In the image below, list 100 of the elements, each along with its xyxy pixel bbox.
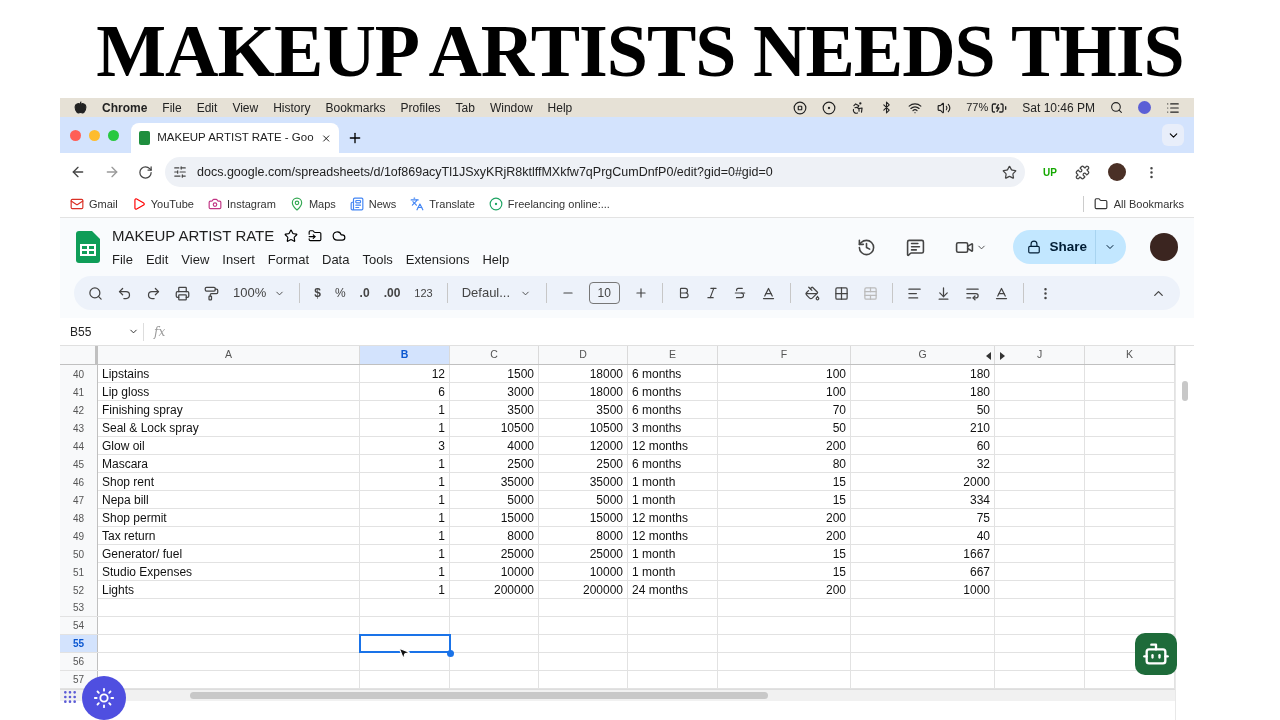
wifi-icon[interactable]	[908, 100, 923, 115]
row-header[interactable]: 53	[60, 599, 98, 616]
app-name[interactable]: Chrome	[102, 98, 148, 117]
decrease-decimal-button[interactable]: .0	[359, 284, 370, 302]
row-header[interactable]: 49	[60, 527, 98, 545]
menu-item[interactable]: Extensions	[405, 249, 470, 269]
currency-button[interactable]: $	[314, 284, 321, 302]
number-format-button[interactable]: 123	[414, 284, 433, 302]
list-icon[interactable]	[1166, 100, 1180, 115]
menu-item[interactable]: Help	[482, 249, 510, 269]
row-header[interactable]: 51	[60, 563, 98, 581]
menu-item[interactable]: Tab	[455, 98, 475, 117]
row-header[interactable]: 40	[60, 365, 98, 383]
row-header[interactable]: 54	[60, 617, 98, 634]
redo-icon[interactable]	[146, 285, 161, 301]
row-header[interactable]: 56	[60, 653, 98, 670]
reload-icon[interactable]	[138, 164, 153, 180]
column-header[interactable]: B	[360, 346, 450, 364]
zoom-dropdown[interactable]: 100%	[233, 283, 286, 303]
siri-icon[interactable]	[1138, 101, 1151, 114]
vertical-scrollbar-thumb[interactable]	[1182, 381, 1188, 401]
back-icon[interactable]	[70, 164, 86, 180]
plus-icon[interactable]	[633, 286, 648, 300]
strikethrough-icon[interactable]	[732, 286, 747, 300]
new-tab-icon[interactable]	[347, 130, 363, 146]
apple-icon[interactable]	[74, 101, 87, 114]
menu-item[interactable]: Profiles	[400, 98, 441, 117]
profile-avatar[interactable]	[1107, 163, 1126, 181]
hidden-columns-right-arrow-icon[interactable]	[1000, 352, 1005, 360]
assistant-button[interactable]	[82, 676, 126, 720]
bookmark[interactable]: YouTube	[131, 195, 194, 213]
search-icon[interactable]	[1110, 101, 1123, 114]
share-button[interactable]: Share	[1013, 230, 1126, 264]
name-box[interactable]: B55	[70, 322, 144, 341]
move-folder-icon[interactable]	[308, 229, 323, 244]
circle-icon[interactable]	[822, 100, 837, 115]
column-header[interactable]: G	[851, 346, 995, 364]
menu-item[interactable]: File	[112, 249, 133, 269]
font-size-field[interactable]: 10	[588, 282, 620, 304]
font-dropdown[interactable]: Defaul...	[461, 283, 532, 303]
user-avatar[interactable]	[1150, 233, 1178, 261]
menu-item[interactable]: Edit	[196, 98, 218, 117]
history-icon[interactable]	[857, 237, 877, 257]
text-color-icon[interactable]	[760, 285, 776, 301]
row-header[interactable]: 55	[60, 635, 98, 652]
extensions-icon[interactable]	[1074, 164, 1090, 180]
column-header[interactable]: F	[718, 346, 851, 364]
paint-format-icon[interactable]	[204, 285, 219, 301]
record-icon[interactable]	[793, 100, 808, 115]
horizontal-scrollbar-thumb[interactable]	[190, 692, 768, 699]
column-header[interactable]: E	[628, 346, 718, 364]
row-header[interactable]: 44	[60, 437, 98, 455]
menu-item[interactable]: Edit	[145, 249, 169, 269]
column-header[interactable]: D	[539, 346, 628, 364]
sheets-logo-icon[interactable]	[76, 231, 100, 263]
column-header[interactable]: C	[450, 346, 539, 364]
bookmark[interactable]: Instagram	[207, 195, 276, 213]
row-header[interactable]: 46	[60, 473, 98, 491]
row-header[interactable]: 48	[60, 509, 98, 527]
undo-icon[interactable]	[117, 285, 132, 301]
row-header[interactable]: 45	[60, 455, 98, 473]
percent-button[interactable]: %	[334, 284, 346, 302]
row-header[interactable]: 47	[60, 491, 98, 509]
menu-item[interactable]: Insert	[222, 249, 255, 269]
row-header[interactable]: 43	[60, 419, 98, 437]
row-header[interactable]: 41	[60, 383, 98, 401]
apps-grid-icon[interactable]	[62, 689, 78, 705]
borders-icon[interactable]	[833, 285, 849, 301]
selection-handle-icon[interactable]	[447, 650, 454, 657]
bookmark[interactable]: Translate	[410, 195, 475, 213]
bookmark[interactable]: News	[349, 195, 397, 213]
document-title[interactable]: MAKEUP ARTIST RATE	[112, 225, 275, 248]
search-icon[interactable]	[88, 285, 103, 301]
browser-tab[interactable]: MAKEUP ARTIST RATE - Goo	[131, 123, 339, 153]
bookmark[interactable]: Freelancing online:...	[488, 195, 610, 213]
bookmark[interactable]: Maps	[289, 195, 336, 213]
forward-icon[interactable]	[104, 164, 120, 180]
bookmark[interactable]: Gmail	[70, 195, 118, 213]
comment-icon[interactable]	[906, 237, 926, 257]
print-icon[interactable]	[175, 285, 190, 301]
column-header[interactable]: J	[995, 346, 1085, 364]
align-icon[interactable]	[906, 285, 922, 301]
menu-item[interactable]: View	[232, 98, 259, 117]
address-bar[interactable]: docs.google.com/spreadsheets/d/1of869acyTl1JSxyKRjR8ktlffMXkfw7qPrgCumDnfP0/edit?gid=0#gid=0	[165, 157, 1025, 187]
menu-item[interactable]: File	[162, 98, 182, 117]
fill-color-icon[interactable]	[804, 285, 820, 301]
hidden-columns-left-arrow-icon[interactable]	[986, 352, 991, 360]
menu-item[interactable]: Tools	[362, 249, 393, 269]
menu-item[interactable]: Format	[267, 249, 309, 269]
star-icon[interactable]	[284, 229, 299, 244]
increase-decimal-button[interactable]: .00	[383, 284, 401, 302]
row-header[interactable]: 50	[60, 545, 98, 563]
italic-icon[interactable]	[704, 286, 719, 300]
row-header[interactable]: 52	[60, 581, 98, 599]
menu-item[interactable]: Window	[489, 98, 533, 117]
cloud-icon[interactable]	[332, 229, 347, 244]
volume-icon[interactable]	[937, 100, 952, 115]
menu-item[interactable]: View	[181, 249, 210, 269]
menu-item[interactable]: Data	[322, 249, 350, 269]
menu-item[interactable]: History	[273, 98, 311, 117]
